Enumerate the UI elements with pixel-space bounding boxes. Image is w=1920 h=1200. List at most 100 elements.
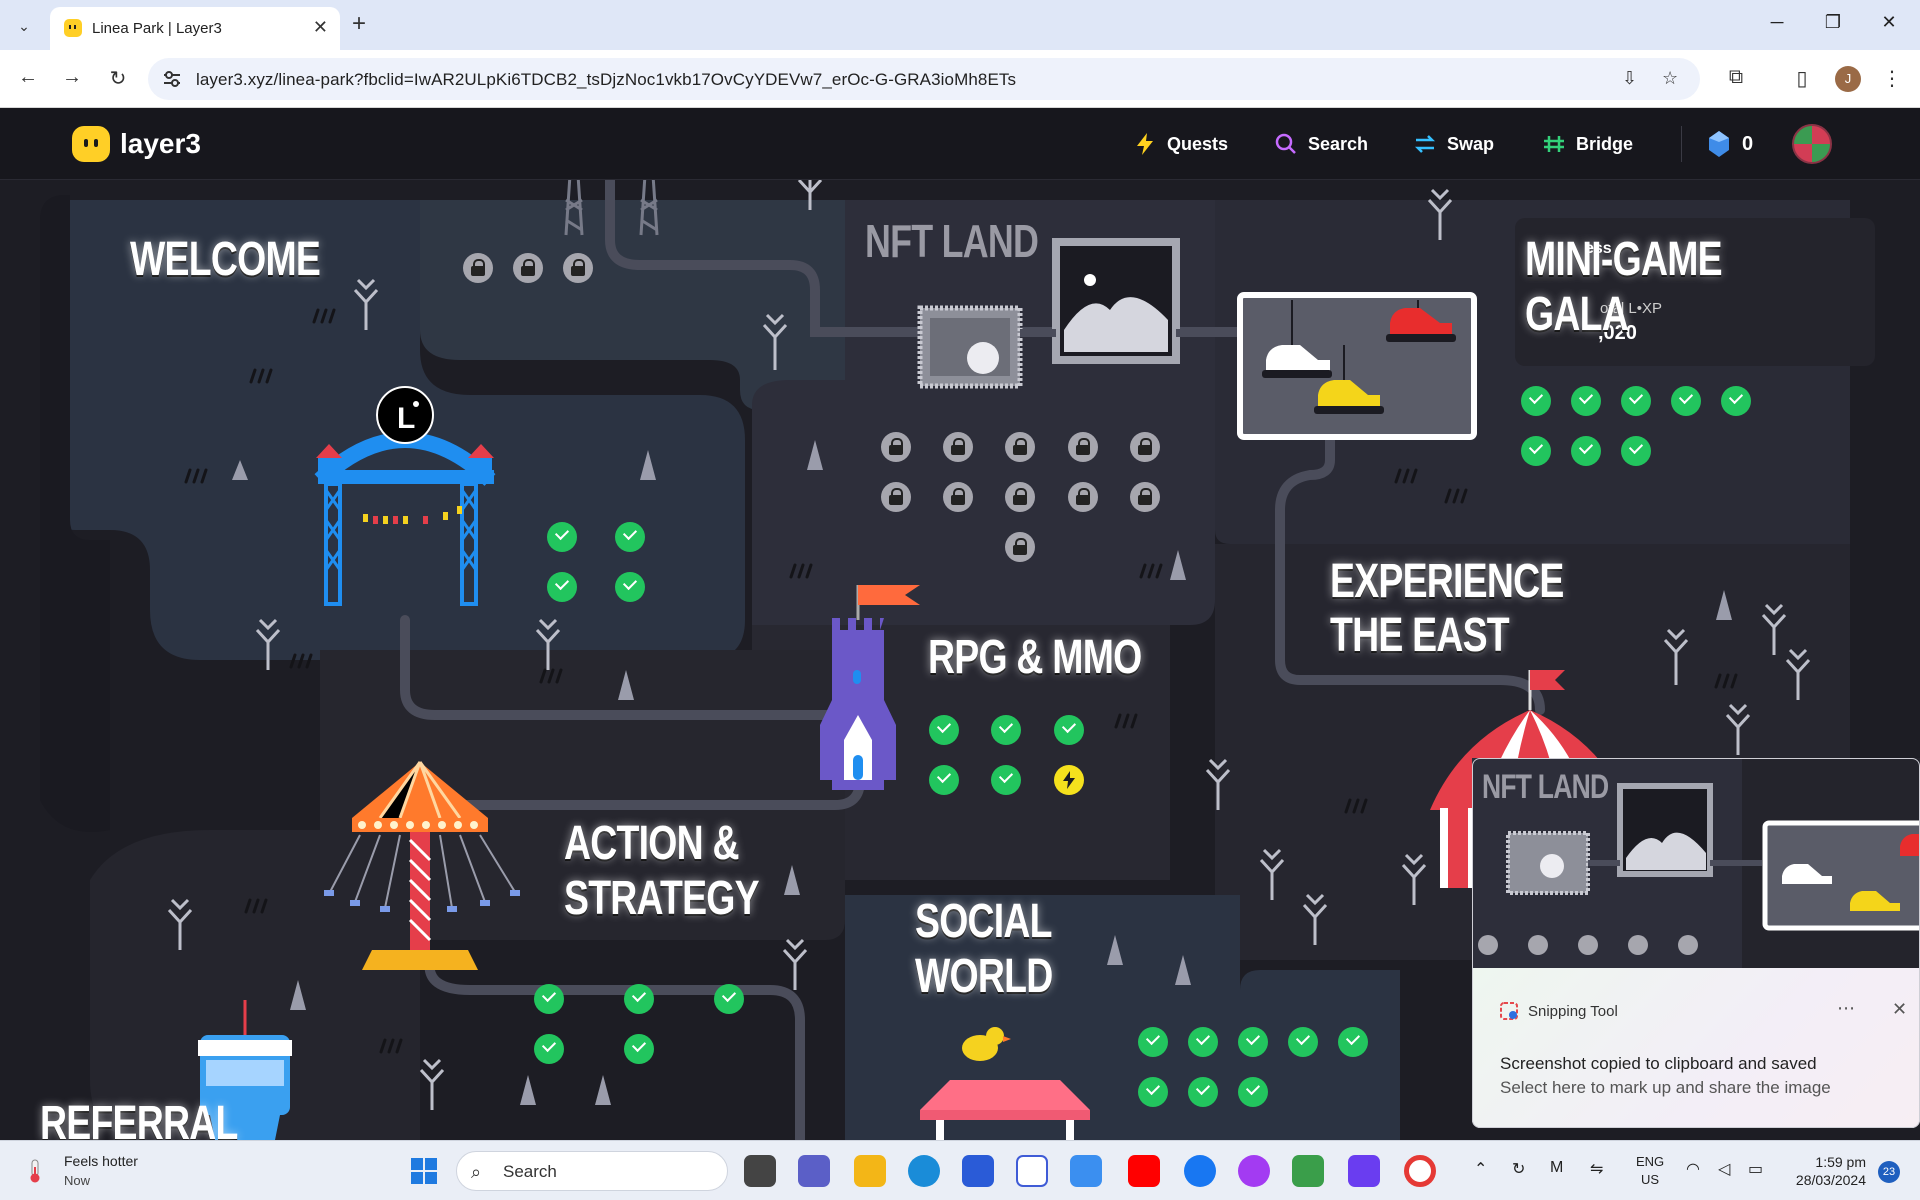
- app-icon[interactable]: [1348, 1155, 1380, 1187]
- quest-active[interactable]: [1054, 765, 1084, 795]
- app-stack-icon[interactable]: [1292, 1155, 1324, 1187]
- layer3-logo-icon[interactable]: [72, 126, 110, 162]
- forward-icon[interactable]: →: [60, 66, 84, 89]
- show-hidden-icons[interactable]: ⌃: [1474, 1159, 1487, 1179]
- edge-icon[interactable]: [908, 1155, 940, 1187]
- zone-title-world[interactable]: WORLD: [915, 953, 1053, 1001]
- quest-completed[interactable]: [1138, 1077, 1168, 1107]
- tab-close-icon[interactable]: ✕: [313, 17, 328, 38]
- thermometer-icon[interactable]: [28, 1159, 42, 1183]
- address-bar[interactable]: layer3.xyz/linea-park?fbclid=IwAR2ULpKi6…: [148, 58, 1700, 100]
- quest-completed[interactable]: [534, 1034, 564, 1064]
- sync-icon[interactable]: ↻: [1512, 1159, 1525, 1179]
- quest-completed[interactable]: [1138, 1027, 1168, 1057]
- zone-title-social[interactable]: SOCIAL: [915, 898, 1053, 946]
- battery-icon[interactable]: ▭: [1748, 1159, 1763, 1179]
- youtube-icon[interactable]: [1128, 1155, 1160, 1187]
- minimize-icon[interactable]: ─: [1762, 12, 1792, 33]
- site-info-icon[interactable]: [162, 69, 182, 89]
- nav-quests[interactable]: Quests: [1133, 132, 1228, 156]
- more-options-icon[interactable]: ⋯: [1837, 998, 1855, 1019]
- store-icon[interactable]: [962, 1155, 994, 1187]
- quest-completed[interactable]: [547, 522, 577, 552]
- zone-title-action[interactable]: ACTION &: [564, 820, 739, 868]
- restore-icon[interactable]: ❐: [1818, 12, 1848, 33]
- zone-title-the-east[interactable]: THE EAST: [1330, 612, 1510, 660]
- quest-completed[interactable]: [1721, 386, 1751, 416]
- quest-completed[interactable]: [1521, 436, 1551, 466]
- install-app-icon[interactable]: ⇩: [1622, 68, 1637, 89]
- extensions-icon[interactable]: ⧉: [1724, 66, 1748, 89]
- profile-avatar[interactable]: J: [1835, 66, 1861, 92]
- facebook-icon[interactable]: [1184, 1155, 1216, 1187]
- chat-icon[interactable]: [798, 1155, 830, 1187]
- quest-completed[interactable]: [624, 984, 654, 1014]
- quest-completed[interactable]: [1671, 386, 1701, 416]
- quest-completed[interactable]: [991, 765, 1021, 795]
- quest-completed[interactable]: [1521, 386, 1551, 416]
- gem-balance[interactable]: 0: [1708, 130, 1753, 158]
- bookmark-star-icon[interactable]: ☆: [1662, 68, 1678, 89]
- quest-locked[interactable]: [1130, 482, 1160, 512]
- quest-locked[interactable]: [1068, 482, 1098, 512]
- task-view-icon[interactable]: [744, 1155, 776, 1187]
- quest-completed[interactable]: [1238, 1077, 1268, 1107]
- back-icon[interactable]: ←: [16, 66, 40, 89]
- zone-title-welcome[interactable]: WELCOME: [130, 236, 321, 284]
- wifi-icon[interactable]: ◠: [1686, 1159, 1700, 1179]
- nav-bridge[interactable]: Bridge: [1542, 132, 1633, 156]
- quest-locked[interactable]: [1005, 482, 1035, 512]
- quest-locked[interactable]: [881, 432, 911, 462]
- quest-completed[interactable]: [1621, 436, 1651, 466]
- quest-completed[interactable]: [1571, 436, 1601, 466]
- new-tab-icon[interactable]: +: [352, 10, 366, 38]
- nav-swap[interactable]: Swap: [1413, 132, 1494, 156]
- quest-locked[interactable]: [563, 253, 593, 283]
- quest-completed[interactable]: [624, 1034, 654, 1064]
- volume-icon[interactable]: ◁: [1718, 1159, 1730, 1179]
- quest-locked[interactable]: [1005, 432, 1035, 462]
- zone-title-experience[interactable]: EXPERIENCE: [1330, 558, 1564, 606]
- gmail-icon[interactable]: M: [1550, 1159, 1563, 1177]
- nav-search[interactable]: Search: [1274, 132, 1368, 156]
- quest-locked[interactable]: [463, 253, 493, 283]
- onedrive-icon[interactable]: [1070, 1155, 1102, 1187]
- file-explorer-icon[interactable]: [854, 1155, 886, 1187]
- taskbar-search[interactable]: ⌕ Search: [456, 1151, 728, 1191]
- windows-start-icon[interactable]: [410, 1157, 438, 1185]
- quest-completed[interactable]: [1054, 715, 1084, 745]
- zone-title-rpg-mmo[interactable]: RPG & MMO: [928, 634, 1142, 682]
- close-icon[interactable]: ✕: [1892, 999, 1907, 1020]
- quest-locked[interactable]: [1068, 432, 1098, 462]
- quest-completed[interactable]: [615, 522, 645, 552]
- quest-completed[interactable]: [534, 984, 564, 1014]
- quest-completed[interactable]: [1238, 1027, 1268, 1057]
- snipping-tool-notification[interactable]: Snipping Tool ⋯ ✕ Screenshot copied to c…: [1472, 968, 1920, 1128]
- quest-locked[interactable]: [513, 253, 543, 283]
- quest-completed[interactable]: [929, 715, 959, 745]
- quest-locked[interactable]: [943, 482, 973, 512]
- quest-completed[interactable]: [1571, 386, 1601, 416]
- side-panel-icon[interactable]: ▯: [1790, 66, 1814, 91]
- close-window-icon[interactable]: ✕: [1874, 12, 1904, 33]
- chrome-icon[interactable]: [1404, 1155, 1436, 1187]
- settings-sliders-icon[interactable]: ⇋: [1590, 1159, 1603, 1179]
- quest-completed[interactable]: [1188, 1077, 1218, 1107]
- weather-text[interactable]: Feels hotter: [64, 1153, 138, 1169]
- quest-completed[interactable]: [547, 572, 577, 602]
- zone-title-gala-overlay[interactable]: GALA: [1525, 291, 1629, 339]
- quest-completed[interactable]: [1288, 1027, 1318, 1057]
- quest-locked[interactable]: [1005, 532, 1035, 562]
- zone-title-mini-game-overlay[interactable]: MINI-GAME: [1525, 236, 1723, 284]
- user-avatar[interactable]: [1792, 124, 1832, 164]
- logo-text[interactable]: layer3: [120, 128, 201, 160]
- quest-completed[interactable]: [1621, 386, 1651, 416]
- reload-icon[interactable]: ↻: [106, 66, 130, 91]
- quest-completed[interactable]: [615, 572, 645, 602]
- notification-badge[interactable]: 23: [1878, 1161, 1900, 1183]
- snip-preview[interactable]: NFT LAND: [1472, 758, 1920, 968]
- language-indicator[interactable]: ENG US: [1636, 1153, 1664, 1189]
- clock[interactable]: 1:59 pm 28/03/2024: [1786, 1153, 1866, 1189]
- browser-tab[interactable]: Linea Park | Layer3 ✕: [50, 7, 340, 50]
- quest-locked[interactable]: [881, 482, 911, 512]
